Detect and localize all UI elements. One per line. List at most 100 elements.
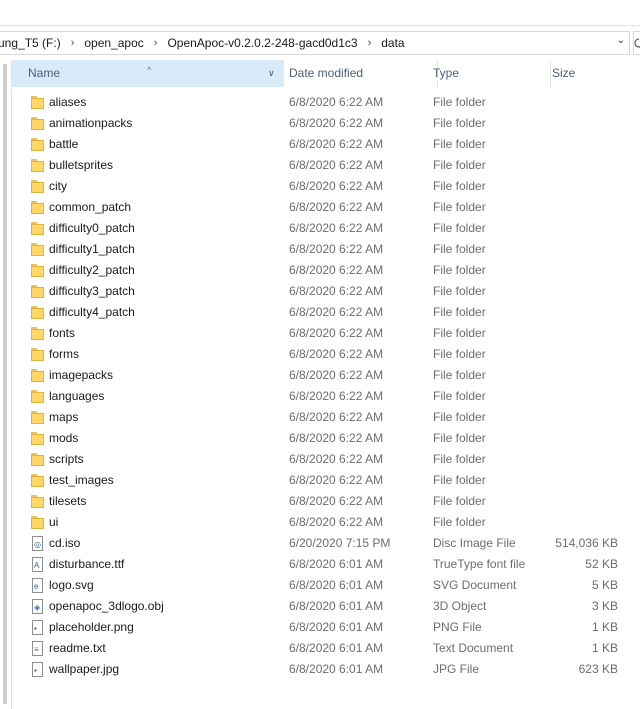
file-name: forms xyxy=(49,347,79,361)
file-size: 5 KB xyxy=(591,578,618,592)
file-row[interactable]: common_patch 6/8/2020 6:22 AM File folder xyxy=(12,197,640,218)
file-row[interactable]: imagepacks 6/8/2020 6:22 AM File folder xyxy=(12,365,640,386)
file-size: 1 KB xyxy=(591,641,618,655)
breadcrumb-openapoc-version[interactable]: OpenApoc-v0.2.0.2-248-gacd0d1c3 xyxy=(163,36,361,50)
file-date-modified: 6/8/2020 6:22 AM xyxy=(289,410,384,424)
file-date-modified: 6/8/2020 6:22 AM xyxy=(289,452,384,466)
file-type: File folder xyxy=(433,158,486,172)
file-type: File folder xyxy=(433,368,486,382)
folder-icon xyxy=(30,389,45,404)
breadcrumb-separator-icon[interactable]: › xyxy=(362,37,378,49)
file-row[interactable]: ▪ wallpaper.jpg 6/8/2020 6:01 AM JPG File 62… xyxy=(12,659,640,680)
file-row[interactable]: difficulty3_patch 6/8/2020 6:22 AM File fo… xyxy=(12,281,640,302)
svg-document-icon: e xyxy=(30,578,45,593)
column-filter-chevron-down-icon[interactable]: ∨ xyxy=(268,60,275,87)
breadcrumb-open-apoc[interactable]: open_apoc xyxy=(80,36,147,50)
file-type: File folder xyxy=(433,326,486,340)
file-name: test_images xyxy=(49,473,114,487)
image-file-icon: ▪ xyxy=(30,662,45,677)
file-row[interactable]: maps 6/8/2020 6:22 AM File folder xyxy=(12,407,640,428)
file-row[interactable]: scripts 6/8/2020 6:22 AM File folder xyxy=(12,449,640,470)
file-type: File folder xyxy=(433,284,486,298)
folder-icon xyxy=(30,242,45,257)
file-row[interactable]: forms 6/8/2020 6:22 AM File folder xyxy=(12,344,640,365)
file-date-modified: 6/8/2020 6:22 AM xyxy=(289,221,384,235)
file-row[interactable]: ◈ openapoc_3dlogo.obj 6/8/2020 6:01 AM 3D O… xyxy=(12,596,640,617)
file-row[interactable]: battle 6/8/2020 6:22 AM File folder xyxy=(12,134,640,155)
file-date-modified: 6/8/2020 6:01 AM xyxy=(289,662,384,676)
file-date-modified: 6/8/2020 6:22 AM xyxy=(289,389,384,403)
file-row[interactable]: tilesets 6/8/2020 6:22 AM File folder xyxy=(12,491,640,512)
file-row[interactable]: difficulty4_patch 6/8/2020 6:22 AM File fo… xyxy=(12,302,640,323)
folder-icon xyxy=(30,452,45,467)
disc-image-icon: ◎ xyxy=(30,536,45,551)
folder-icon xyxy=(30,116,45,131)
breadcrumb-separator-icon[interactable]: › xyxy=(148,37,164,49)
file-type: File folder xyxy=(433,221,486,235)
address-history-chevron-down-icon[interactable]: ⌄ xyxy=(617,35,625,46)
folder-icon xyxy=(30,473,45,488)
file-size: 623 KB xyxy=(578,662,618,676)
file-name: battle xyxy=(49,137,79,151)
file-row[interactable]: ▪ placeholder.png 6/8/2020 6:01 AM PNG File… xyxy=(12,617,640,638)
column-header-size[interactable]: Size xyxy=(548,60,638,87)
file-name: cd.iso xyxy=(49,536,81,550)
refresh-icon xyxy=(634,38,640,48)
file-name: readme.txt xyxy=(49,641,106,655)
navigation-pane-scroll-thumb[interactable] xyxy=(3,64,7,704)
file-row[interactable]: ui 6/8/2020 6:22 AM File folder xyxy=(12,512,640,533)
file-name: logo.svg xyxy=(49,578,94,592)
file-date-modified: 6/8/2020 6:01 AM xyxy=(289,599,384,613)
file-size: 3 KB xyxy=(591,599,618,613)
navigation-pane-scrollbar[interactable] xyxy=(0,60,12,709)
file-row[interactable]: difficulty2_patch 6/8/2020 6:22 AM File fo… xyxy=(12,260,640,281)
folder-icon xyxy=(30,431,45,446)
file-size: 514,036 KB xyxy=(555,536,618,550)
file-date-modified: 6/8/2020 6:22 AM xyxy=(289,347,384,361)
breadcrumb-data[interactable]: data xyxy=(377,36,408,50)
file-name: difficulty2_patch xyxy=(49,263,135,277)
file-type: File folder xyxy=(433,95,486,109)
file-name: wallpaper.jpg xyxy=(49,662,120,676)
column-header-type[interactable]: Type xyxy=(429,60,551,87)
file-row[interactable]: animationpacks 6/8/2020 6:22 AM File folde… xyxy=(12,113,640,134)
file-row[interactable]: fonts 6/8/2020 6:22 AM File folder xyxy=(12,323,640,344)
file-row[interactable]: Adisturbance.ttf 6/8/2020 6:01 AM TrueType… xyxy=(12,554,640,575)
address-bar[interactable]: ung_T5 (F:) › open_apoc › OpenApoc-v0.2.… xyxy=(0,31,630,55)
file-date-modified: 6/8/2020 6:22 AM xyxy=(289,242,384,256)
file-type: File folder xyxy=(433,179,486,193)
file-type: File folder xyxy=(433,347,486,361)
file-type: PNG File xyxy=(433,620,482,634)
breadcrumb-separator-icon[interactable]: › xyxy=(65,37,81,49)
file-row[interactable]: mods 6/8/2020 6:22 AM File folder xyxy=(12,428,640,449)
file-date-modified: 6/8/2020 6:22 AM xyxy=(289,263,384,277)
breadcrumb-drive[interactable]: ung_T5 (F:) xyxy=(0,36,65,50)
file-name: common_patch xyxy=(49,200,132,214)
folder-icon xyxy=(30,305,45,320)
image-file-icon: ▪ xyxy=(30,620,45,635)
file-row[interactable]: languages 6/8/2020 6:22 AM File folder xyxy=(12,386,640,407)
file-row[interactable]: bulletsprites 6/8/2020 6:22 AM File folder xyxy=(12,155,640,176)
file-date-modified: 6/8/2020 6:01 AM xyxy=(289,578,384,592)
file-row[interactable]: ≡ readme.txt 6/8/2020 6:01 AM Text Document… xyxy=(12,638,640,659)
file-row[interactable]: city 6/8/2020 6:22 AM File folder xyxy=(12,176,640,197)
file-row[interactable]: aliases 6/8/2020 6:22 AM File folder xyxy=(12,92,640,113)
folder-icon xyxy=(30,158,45,173)
file-row[interactable]: test_images 6/8/2020 6:22 AM File folder xyxy=(12,470,640,491)
folder-icon xyxy=(30,263,45,278)
file-row[interactable]: ◎ cd.iso 6/20/2020 7:15 PM Disc Image File 5… xyxy=(12,533,640,554)
column-header-name[interactable]: Name ^ ∨ xyxy=(12,60,284,87)
folder-icon xyxy=(30,179,45,194)
refresh-button[interactable] xyxy=(633,31,640,55)
file-row[interactable]: difficulty1_patch 6/8/2020 6:22 AM File fo… xyxy=(12,239,640,260)
column-header-date-modified[interactable]: Date modified xyxy=(285,60,438,87)
file-row[interactable]: e logo.svg 6/8/2020 6:01 AM SVG Document 5 K… xyxy=(12,575,640,596)
file-type: File folder xyxy=(433,473,486,487)
folder-icon xyxy=(30,284,45,299)
file-name: openapoc_3dlogo.obj xyxy=(49,599,164,613)
sort-ascending-icon: ^ xyxy=(147,65,152,75)
file-date-modified: 6/8/2020 6:22 AM xyxy=(289,431,384,445)
file-size: 1 KB xyxy=(591,620,618,634)
file-row[interactable]: difficulty0_patch 6/8/2020 6:22 AM File fo… xyxy=(12,218,640,239)
file-name: scripts xyxy=(49,452,84,466)
